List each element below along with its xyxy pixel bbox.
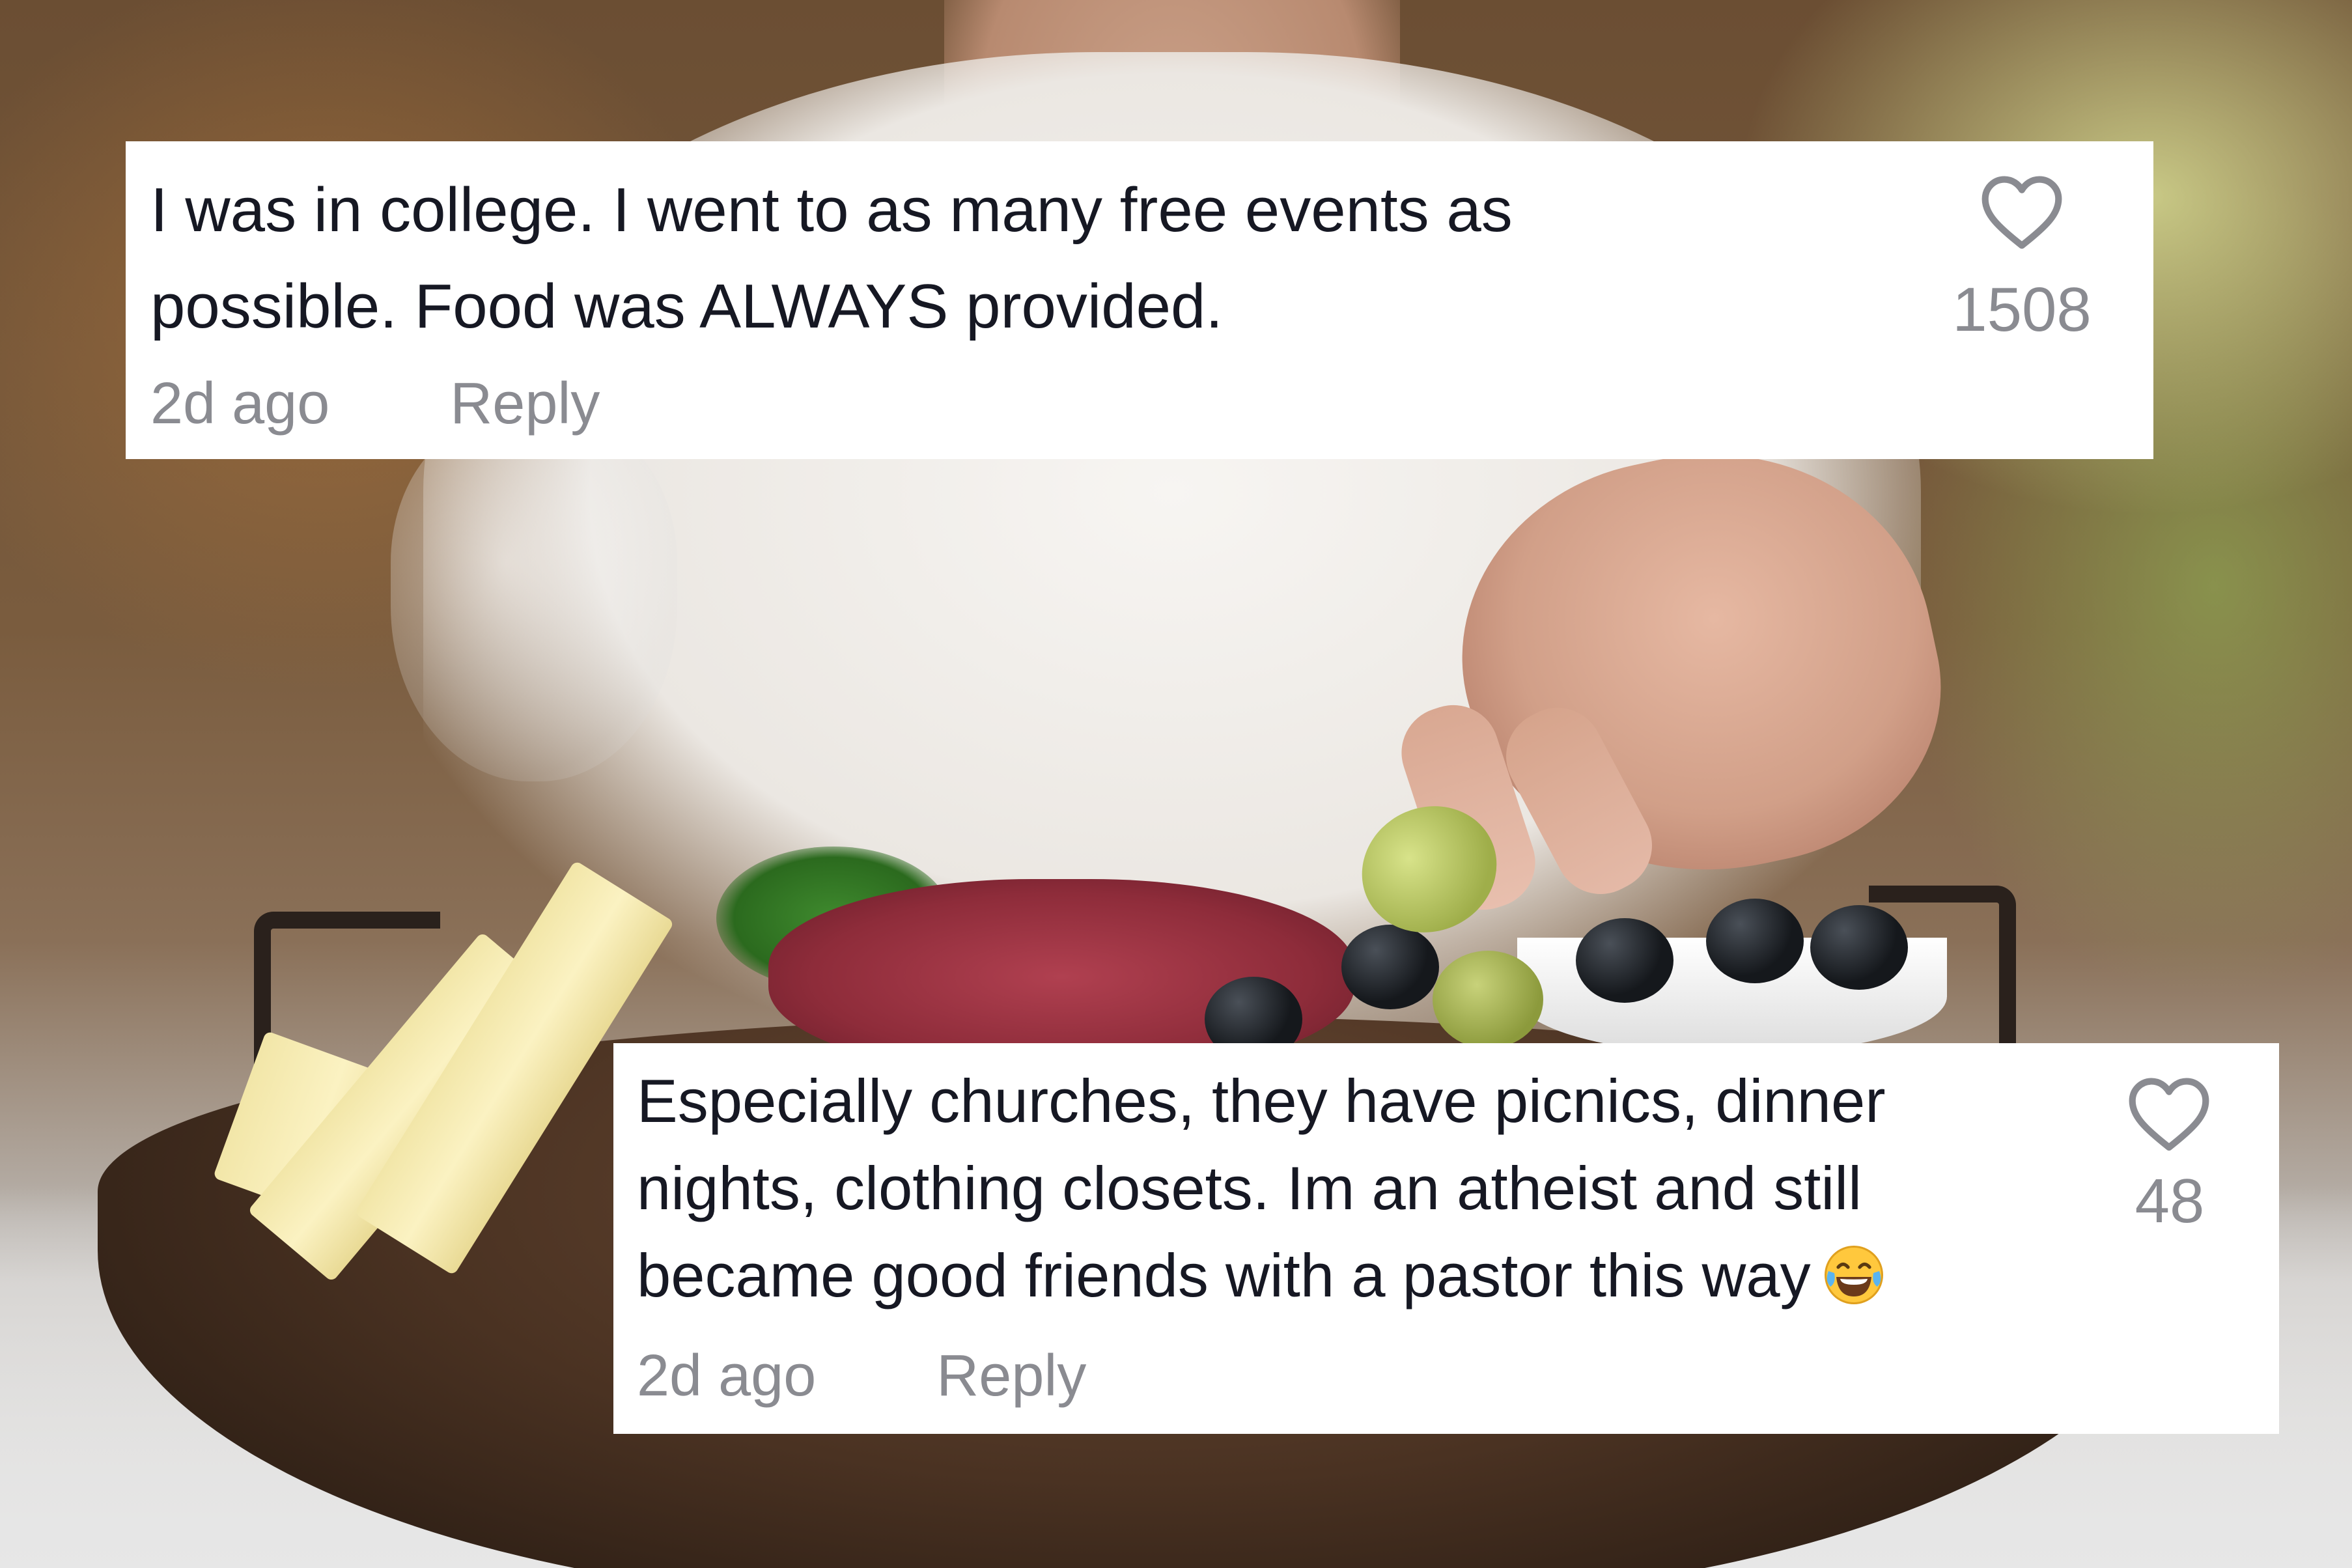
comment-text-line: possible. Food was ALWAYS provided. (150, 272, 1224, 341)
comment-timestamp: 2d ago (150, 371, 330, 436)
heart-outline-icon[interactable] (2127, 1076, 2211, 1153)
comment-meta: 2d ago Reply (637, 1343, 1086, 1410)
reply-button[interactable]: Reply (936, 1343, 1086, 1410)
comment-text-line: nights, clothing closets. Im an atheist … (637, 1154, 1862, 1222)
photo-olive (1576, 918, 1673, 1003)
comment-timestamp: 2d ago (637, 1343, 817, 1408)
like-count: 48 (2135, 1166, 2205, 1236)
comment-card: Especially churches, they have picnics, … (613, 1043, 2279, 1434)
photo-olive (1810, 905, 1908, 990)
photo-wine-glass (391, 417, 677, 781)
comment-text-line: Especially churches, they have picnics, … (637, 1067, 1886, 1135)
like-count: 1508 (1952, 275, 2092, 344)
comment-text: Especially churches, they have picnics, … (637, 1057, 2089, 1319)
comment-text: I was in college. I went to as many free… (150, 162, 1974, 355)
comment-card: I was in college. I went to as many free… (126, 141, 2153, 459)
comment-text-line: became good friends with a pastor this w… (637, 1241, 1811, 1309)
reply-button[interactable]: Reply (450, 371, 600, 438)
comment-text-line-last: became good friends with a pastor this w… (637, 1232, 2089, 1319)
comment-meta: 2d ago Reply (150, 371, 600, 438)
photo-grape (1433, 951, 1543, 1048)
heart-outline-icon[interactable] (1980, 174, 2064, 251)
photo-olive (1706, 899, 1804, 983)
face-with-tears-of-joy-icon (1824, 1246, 1883, 1305)
photo-olive (1341, 925, 1439, 1009)
comment-text-line: I was in college. I went to as many free… (150, 175, 1513, 245)
